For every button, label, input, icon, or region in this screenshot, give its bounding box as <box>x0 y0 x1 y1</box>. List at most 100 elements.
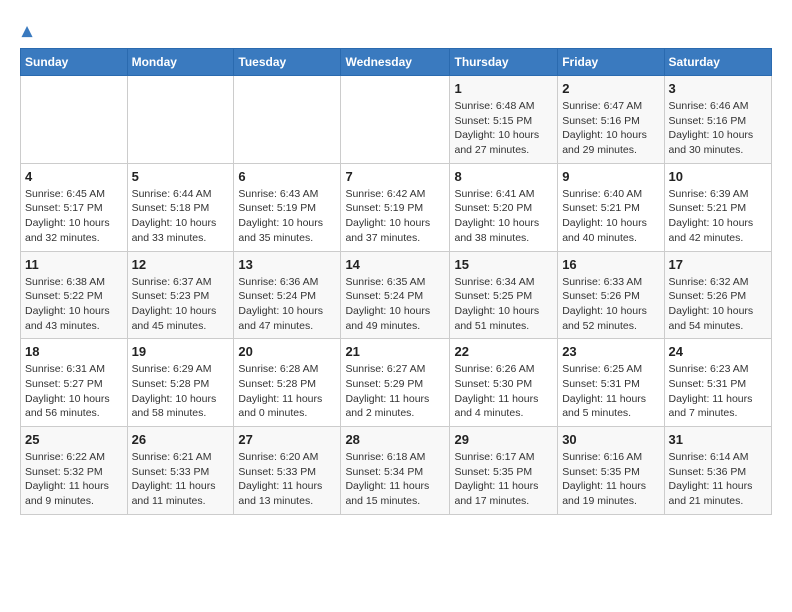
day-info: Sunrise: 6:26 AMSunset: 5:30 PMDaylight:… <box>454 362 553 421</box>
day-info: Sunrise: 6:35 AMSunset: 5:24 PMDaylight:… <box>345 275 445 334</box>
day-info: Sunrise: 6:18 AMSunset: 5:34 PMDaylight:… <box>345 450 445 509</box>
day-info: Sunrise: 6:23 AMSunset: 5:31 PMDaylight:… <box>669 362 767 421</box>
day-number: 17 <box>669 257 767 272</box>
col-header-tuesday: Tuesday <box>234 49 341 76</box>
day-cell: 6Sunrise: 6:43 AMSunset: 5:19 PMDaylight… <box>234 163 341 251</box>
day-number: 5 <box>132 169 230 184</box>
day-info: Sunrise: 6:42 AMSunset: 5:19 PMDaylight:… <box>345 187 445 246</box>
day-number: 20 <box>238 344 336 359</box>
day-cell: 23 Sunrise: 6:25 AMSunset: 5:31 PMDayligh… <box>558 339 664 427</box>
day-cell: 30 Sunrise: 6:16 AMSunset: 5:35 PMDayligh… <box>558 427 664 515</box>
day-cell: 13 Sunrise: 6:36 AMSunset: 5:24 PMDayligh… <box>234 251 341 339</box>
day-info: Sunrise: 6:20 AMSunset: 5:33 PMDaylight:… <box>238 450 336 509</box>
day-info: Sunrise: 6:45 AMSunset: 5:17 PMDaylight:… <box>25 187 123 246</box>
day-number: 9 <box>562 169 659 184</box>
day-number: 11 <box>25 257 123 272</box>
day-number: 4 <box>25 169 123 184</box>
day-number: 7 <box>345 169 445 184</box>
col-header-monday: Monday <box>127 49 234 76</box>
day-number: 22 <box>454 344 553 359</box>
day-number: 23 <box>562 344 659 359</box>
day-info: Sunrise: 6:36 AMSunset: 5:24 PMDaylight:… <box>238 275 336 334</box>
day-info: Sunrise: 6:22 AMSunset: 5:32 PMDaylight:… <box>25 450 123 509</box>
day-info: Sunrise: 6:28 AMSunset: 5:28 PMDaylight:… <box>238 362 336 421</box>
col-header-sunday: Sunday <box>21 49 128 76</box>
day-cell: 26Sunrise: 6:21 AMSunset: 5:33 PMDayligh… <box>127 427 234 515</box>
day-info: Sunrise: 6:33 AMSunset: 5:26 PMDaylight:… <box>562 275 659 334</box>
day-cell: 15 Sunrise: 6:34 AMSunset: 5:25 PMDayligh… <box>450 251 558 339</box>
day-info: Sunrise: 6:43 AMSunset: 5:19 PMDaylight:… <box>238 187 336 246</box>
week-row-2: 4 Sunrise: 6:45 AMSunset: 5:17 PMDaylight… <box>21 163 772 251</box>
day-info: Sunrise: 6:37 AMSunset: 5:23 PMDaylight:… <box>132 275 230 334</box>
day-cell: 8 Sunrise: 6:41 AMSunset: 5:20 PMDaylight… <box>450 163 558 251</box>
day-number: 25 <box>25 432 123 447</box>
day-cell: 4 Sunrise: 6:45 AMSunset: 5:17 PMDaylight… <box>21 163 128 251</box>
day-number: 16 <box>562 257 659 272</box>
day-info: Sunrise: 6:31 AMSunset: 5:27 PMDaylight:… <box>25 362 123 421</box>
week-row-1: 1Sunrise: 6:48 AMSunset: 5:15 PMDaylight… <box>21 76 772 164</box>
day-number: 13 <box>238 257 336 272</box>
day-info: Sunrise: 6:21 AMSunset: 5:33 PMDaylight:… <box>132 450 230 509</box>
day-cell: 18 Sunrise: 6:31 AMSunset: 5:27 PMDayligh… <box>21 339 128 427</box>
day-cell: 3 Sunrise: 6:46 AMSunset: 5:16 PMDaylight… <box>664 76 771 164</box>
day-info: Sunrise: 6:29 AMSunset: 5:28 PMDaylight:… <box>132 362 230 421</box>
week-row-4: 18 Sunrise: 6:31 AMSunset: 5:27 PMDayligh… <box>21 339 772 427</box>
day-cell: 1Sunrise: 6:48 AMSunset: 5:15 PMDaylight… <box>450 76 558 164</box>
header-row: SundayMondayTuesdayWednesdayThursdayFrid… <box>21 49 772 76</box>
day-info: Sunrise: 6:14 AMSunset: 5:36 PMDaylight:… <box>669 450 767 509</box>
week-row-3: 11 Sunrise: 6:38 AMSunset: 5:22 PMDayligh… <box>21 251 772 339</box>
day-cell <box>21 76 128 164</box>
day-info: Sunrise: 6:38 AMSunset: 5:22 PMDaylight:… <box>25 275 123 334</box>
day-number: 2 <box>562 81 659 96</box>
day-cell: 22 Sunrise: 6:26 AMSunset: 5:30 PMDayligh… <box>450 339 558 427</box>
col-header-saturday: Saturday <box>664 49 771 76</box>
day-info: Sunrise: 6:48 AMSunset: 5:15 PMDaylight:… <box>454 99 553 158</box>
day-cell: 9Sunrise: 6:40 AMSunset: 5:21 PMDaylight… <box>558 163 664 251</box>
day-info: Sunrise: 6:46 AMSunset: 5:16 PMDaylight:… <box>669 99 767 158</box>
day-cell: 31 Sunrise: 6:14 AMSunset: 5:36 PMDayligh… <box>664 427 771 515</box>
day-number: 14 <box>345 257 445 272</box>
day-cell: 14 Sunrise: 6:35 AMSunset: 5:24 PMDayligh… <box>341 251 450 339</box>
day-cell: 28 Sunrise: 6:18 AMSunset: 5:34 PMDayligh… <box>341 427 450 515</box>
day-info: Sunrise: 6:32 AMSunset: 5:26 PMDaylight:… <box>669 275 767 334</box>
day-cell: 17 Sunrise: 6:32 AMSunset: 5:26 PMDayligh… <box>664 251 771 339</box>
day-info: Sunrise: 6:34 AMSunset: 5:25 PMDaylight:… <box>454 275 553 334</box>
day-info: Sunrise: 6:47 AMSunset: 5:16 PMDaylight:… <box>562 99 659 158</box>
day-number: 21 <box>345 344 445 359</box>
day-info: Sunrise: 6:41 AMSunset: 5:20 PMDaylight:… <box>454 187 553 246</box>
day-number: 30 <box>562 432 659 447</box>
day-number: 31 <box>669 432 767 447</box>
day-number: 28 <box>345 432 445 447</box>
day-number: 19 <box>132 344 230 359</box>
day-cell: 2 Sunrise: 6:47 AMSunset: 5:16 PMDaylight… <box>558 76 664 164</box>
col-header-thursday: Thursday <box>450 49 558 76</box>
day-info: Sunrise: 6:17 AMSunset: 5:35 PMDaylight:… <box>454 450 553 509</box>
day-number: 18 <box>25 344 123 359</box>
logo-bird-icon: ▴ <box>22 20 32 42</box>
col-header-wednesday: Wednesday <box>341 49 450 76</box>
week-row-5: 25 Sunrise: 6:22 AMSunset: 5:32 PMDayligh… <box>21 427 772 515</box>
calendar-table: SundayMondayTuesdayWednesdayThursdayFrid… <box>20 48 772 515</box>
day-number: 27 <box>238 432 336 447</box>
day-info: Sunrise: 6:39 AMSunset: 5:21 PMDaylight:… <box>669 187 767 246</box>
day-info: Sunrise: 6:44 AMSunset: 5:18 PMDaylight:… <box>132 187 230 246</box>
day-number: 12 <box>132 257 230 272</box>
day-number: 15 <box>454 257 553 272</box>
day-cell: 11 Sunrise: 6:38 AMSunset: 5:22 PMDayligh… <box>21 251 128 339</box>
day-cell: 25 Sunrise: 6:22 AMSunset: 5:32 PMDayligh… <box>21 427 128 515</box>
day-number: 8 <box>454 169 553 184</box>
day-number: 29 <box>454 432 553 447</box>
day-cell: 16 Sunrise: 6:33 AMSunset: 5:26 PMDayligh… <box>558 251 664 339</box>
day-number: 24 <box>669 344 767 359</box>
day-info: Sunrise: 6:25 AMSunset: 5:31 PMDaylight:… <box>562 362 659 421</box>
day-number: 10 <box>669 169 767 184</box>
day-cell: 29 Sunrise: 6:17 AMSunset: 5:35 PMDayligh… <box>450 427 558 515</box>
day-cell: 12 Sunrise: 6:37 AMSunset: 5:23 PMDayligh… <box>127 251 234 339</box>
day-cell <box>234 76 341 164</box>
page-header: ▴ <box>20 20 772 38</box>
col-header-friday: Friday <box>558 49 664 76</box>
day-cell: 24 Sunrise: 6:23 AMSunset: 5:31 PMDayligh… <box>664 339 771 427</box>
day-info: Sunrise: 6:16 AMSunset: 5:35 PMDaylight:… <box>562 450 659 509</box>
day-cell: 10 Sunrise: 6:39 AMSunset: 5:21 PMDayligh… <box>664 163 771 251</box>
day-number: 3 <box>669 81 767 96</box>
